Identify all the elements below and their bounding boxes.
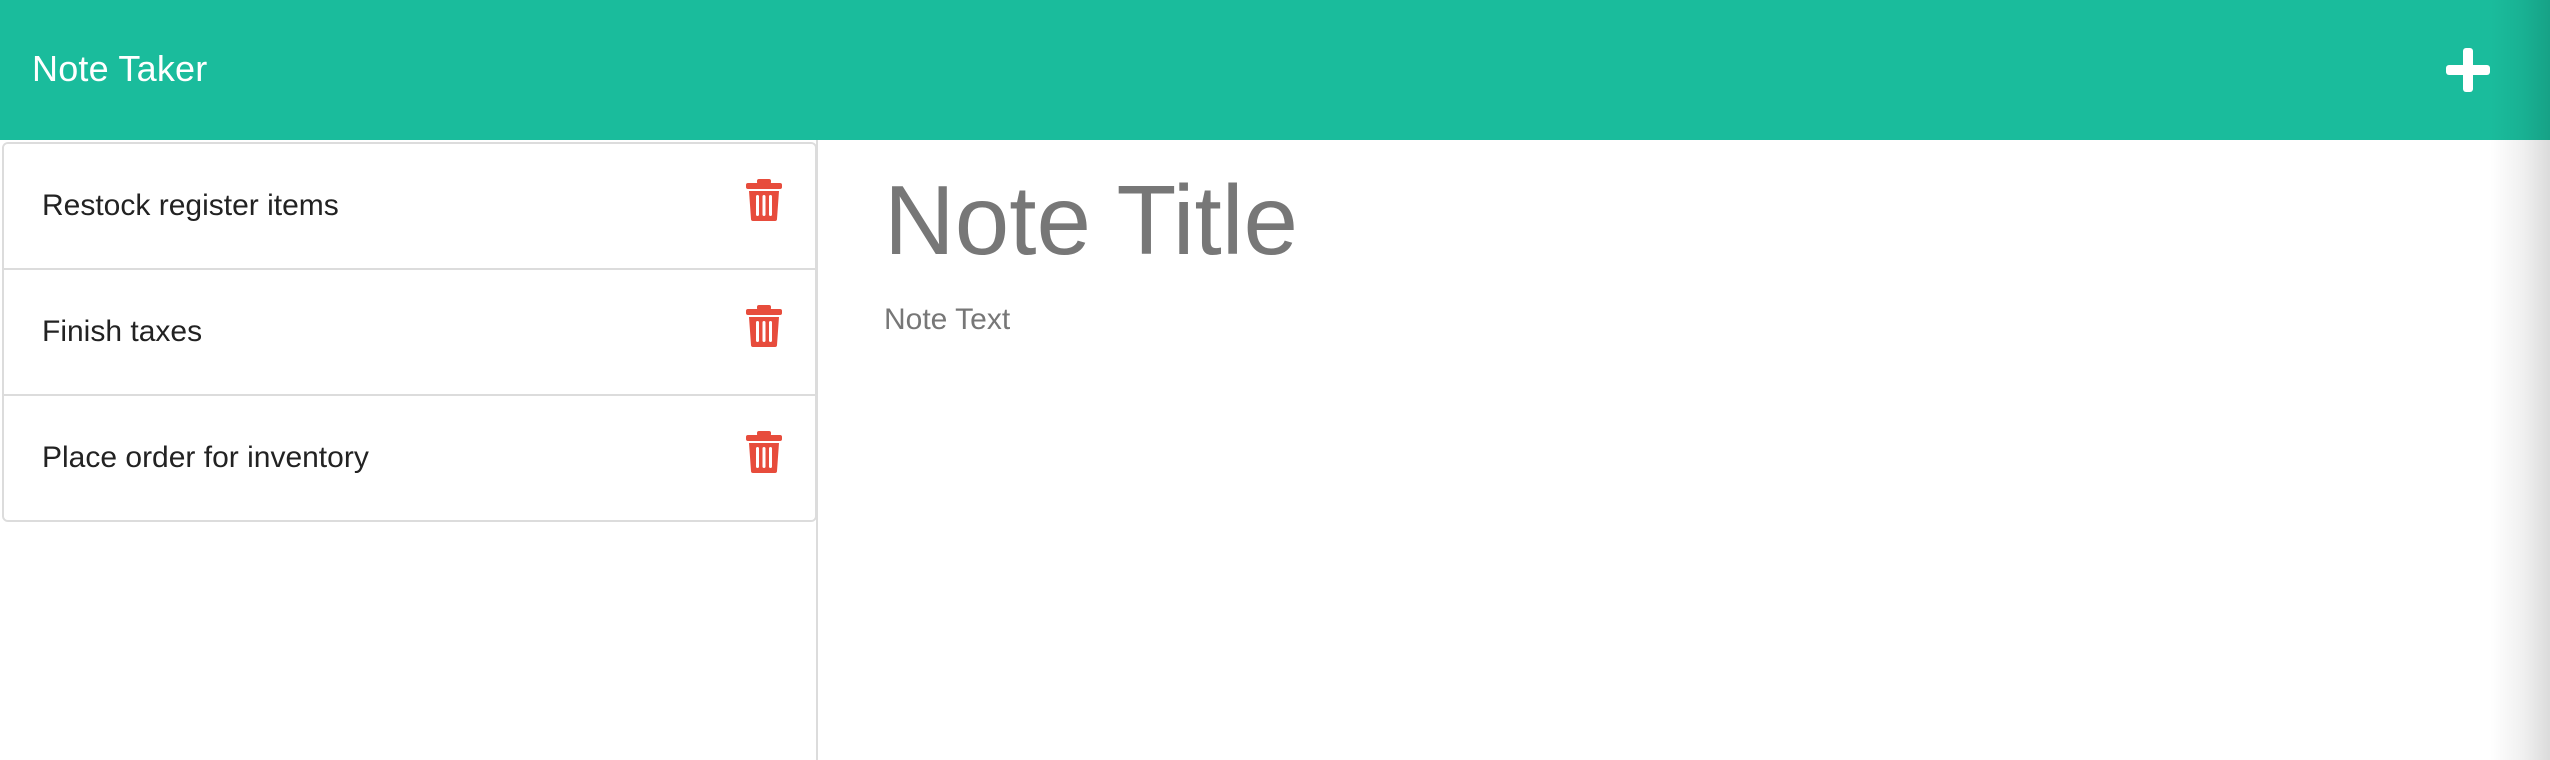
trash-icon	[746, 305, 782, 347]
navbar: Note Taker	[0, 0, 2550, 140]
trash-icon	[746, 431, 782, 473]
new-note-button[interactable]	[2442, 44, 2494, 96]
list-item[interactable]: Restock register items	[4, 144, 815, 270]
delete-note-button[interactable]	[744, 304, 784, 348]
note-taker-app: Note Taker Restock register items Finish…	[0, 0, 2550, 760]
delete-note-button[interactable]	[744, 430, 784, 474]
note-sidebar: Restock register items Finish taxes Plac…	[0, 140, 818, 760]
list-item[interactable]: Finish taxes	[4, 270, 815, 396]
note-item-title[interactable]: Place order for inventory	[42, 434, 369, 482]
note-item-title[interactable]: Finish taxes	[42, 308, 202, 356]
app-brand[interactable]: Note Taker	[32, 44, 207, 94]
note-text-input[interactable]	[884, 296, 2384, 696]
note-editor	[818, 140, 2550, 760]
list-item[interactable]: Place order for inventory	[4, 396, 815, 520]
delete-note-button[interactable]	[744, 178, 784, 222]
note-title-input[interactable]	[884, 160, 2384, 280]
note-list: Restock register items Finish taxes Plac…	[2, 142, 817, 522]
note-item-title[interactable]: Restock register items	[42, 182, 339, 230]
plus-icon	[2446, 48, 2490, 92]
trash-icon	[746, 179, 782, 221]
